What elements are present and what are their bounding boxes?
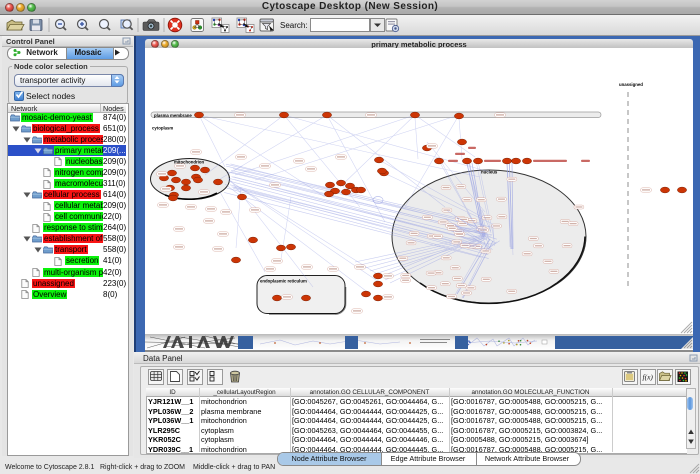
svg-text:f(x): f(x) bbox=[642, 373, 653, 382]
svg-text:unassigned: unassigned bbox=[619, 82, 643, 87]
svg-text:endoplasmic reticulum: endoplasmic reticulum bbox=[260, 279, 307, 284]
svg-text:cytoplasm: cytoplasm bbox=[152, 126, 173, 131]
svg-text:plasma membrane: plasma membrane bbox=[154, 113, 192, 118]
svg-text:Search:: Search: bbox=[280, 21, 308, 30]
